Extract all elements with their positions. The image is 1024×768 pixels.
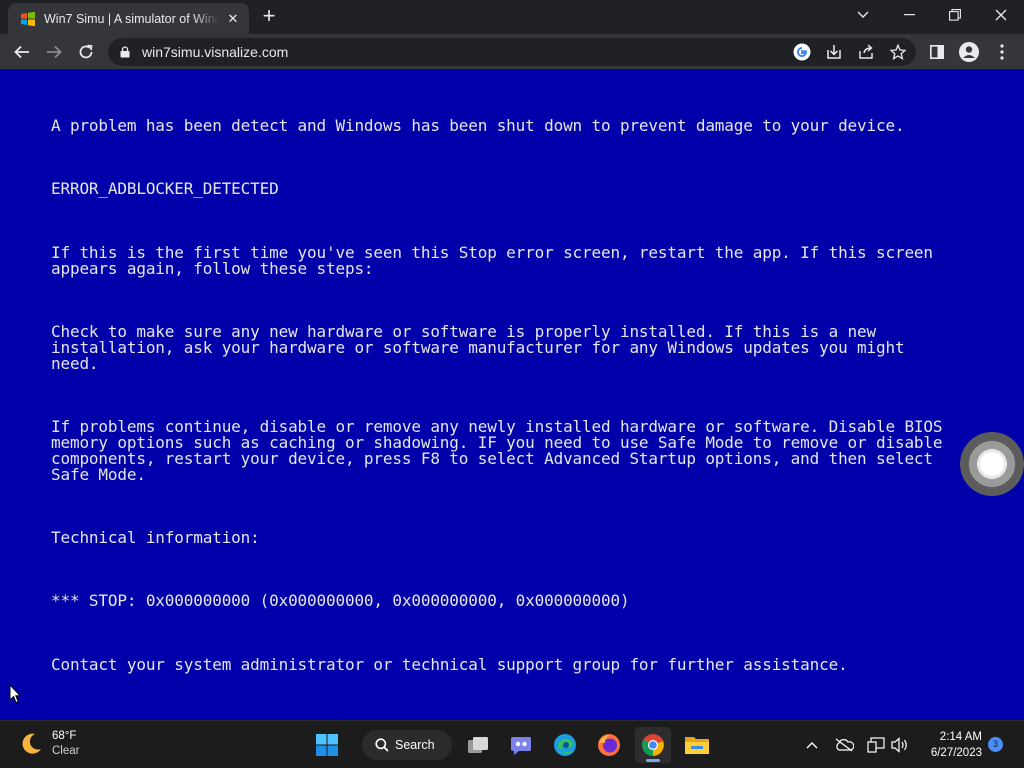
- task-view-icon: [468, 737, 488, 753]
- windows-logo-icon: [316, 734, 338, 756]
- tab-search-chevron-icon[interactable]: [840, 0, 886, 30]
- bsod-stop-code: *** STOP: 0x000000000 (0x000000000, 0x00…: [51, 591, 630, 610]
- browser-toolbar: win7simu.visnalize.com: [0, 34, 1024, 70]
- chrome-button[interactable]: [635, 727, 671, 763]
- teams-chat-icon: [511, 737, 531, 755]
- menu-kebab-icon[interactable]: [988, 38, 1016, 66]
- bookmark-star-icon[interactable]: [888, 42, 908, 62]
- reload-icon[interactable]: [72, 38, 100, 66]
- new-tab-button[interactable]: +: [258, 5, 280, 28]
- tab-close-icon[interactable]: ✕: [225, 11, 241, 27]
- file-explorer-button[interactable]: [679, 727, 715, 763]
- system-clock[interactable]: 2:14 AM 6/27/2023: [918, 729, 982, 761]
- close-window-button[interactable]: [978, 0, 1024, 30]
- bsod-line: components, restart your device, press F…: [51, 449, 933, 468]
- bsod-line: appears again, follow these steps:: [51, 259, 374, 278]
- volume-icon[interactable]: [890, 735, 910, 755]
- bsod-screen: A problem has been detect and Windows ha…: [0, 70, 1024, 720]
- search-label: Search: [395, 738, 435, 752]
- show-hidden-icons-chevron-icon[interactable]: [802, 735, 822, 755]
- weather-widget[interactable]: 68°F Clear: [18, 729, 79, 759]
- address-bar[interactable]: win7simu.visnalize.com: [108, 38, 916, 66]
- mouse-pointer-icon: [9, 684, 21, 704]
- windows-favicon-icon: [21, 11, 35, 26]
- profile-avatar-icon[interactable]: [955, 38, 983, 66]
- clock-time: 2:14 AM: [939, 731, 982, 743]
- weather-condition: Clear: [52, 745, 80, 757]
- firefox-icon: [598, 734, 620, 756]
- active-app-indicator: [646, 759, 660, 762]
- search-icon: [375, 738, 389, 752]
- lock-icon[interactable]: [120, 46, 130, 58]
- side-panel-icon[interactable]: [923, 38, 951, 66]
- restore-button[interactable]: [932, 0, 978, 30]
- tab-title: Win7 Simu | A simulator of Windows 7: [44, 11, 219, 26]
- browser-tab[interactable]: Win7 Simu | A simulator of Windows 7 ✕: [8, 3, 249, 34]
- weather-temperature: 68°F: [52, 730, 77, 742]
- notification-badge[interactable]: 3: [988, 737, 1003, 752]
- google-icon[interactable]: [792, 42, 812, 62]
- bsod-tech-info-heading: Technical information:: [51, 528, 260, 547]
- install-app-icon[interactable]: [824, 42, 844, 62]
- moon-icon: [22, 733, 41, 754]
- windows-taskbar: 68°F Clear Search 2:14 AM 6/27/2023 3: [0, 720, 1024, 768]
- bsod-line: installation, ask your hardware or softw…: [51, 338, 905, 357]
- firefox-button[interactable]: [591, 727, 627, 763]
- edge-icon: [554, 734, 576, 756]
- bsod-line: Safe Mode.: [51, 465, 146, 484]
- url-text[interactable]: win7simu.visnalize.com: [142, 44, 288, 60]
- clock-date: 6/27/2023: [930, 747, 982, 759]
- chrome-icon: [642, 734, 664, 756]
- assistive-touch-button[interactable]: [960, 432, 1024, 496]
- bsod-line: A problem has been detect and Windows ha…: [51, 116, 905, 135]
- bsod-line: Contact your system administrator or tec…: [51, 655, 848, 674]
- bsod-error-code: ERROR_ADBLOCKER_DETECTED: [51, 179, 279, 198]
- taskbar-search-button[interactable]: Search: [362, 730, 452, 760]
- browser-tab-bar: Win7 Simu | A simulator of Windows 7 ✕ +: [0, 0, 1024, 34]
- task-view-button[interactable]: [460, 727, 496, 763]
- edge-button[interactable]: [547, 727, 583, 763]
- network-icon[interactable]: [866, 735, 886, 755]
- onedrive-icon[interactable]: [834, 735, 854, 755]
- bsod-line: need.: [51, 354, 99, 373]
- share-icon[interactable]: [856, 42, 876, 62]
- forward-arrow-icon[interactable]: [40, 38, 68, 66]
- minimize-button[interactable]: [886, 0, 932, 30]
- start-button[interactable]: [309, 727, 345, 763]
- teams-chat-button[interactable]: [503, 727, 539, 763]
- folder-icon: [685, 737, 709, 754]
- back-arrow-icon[interactable]: [8, 38, 36, 66]
